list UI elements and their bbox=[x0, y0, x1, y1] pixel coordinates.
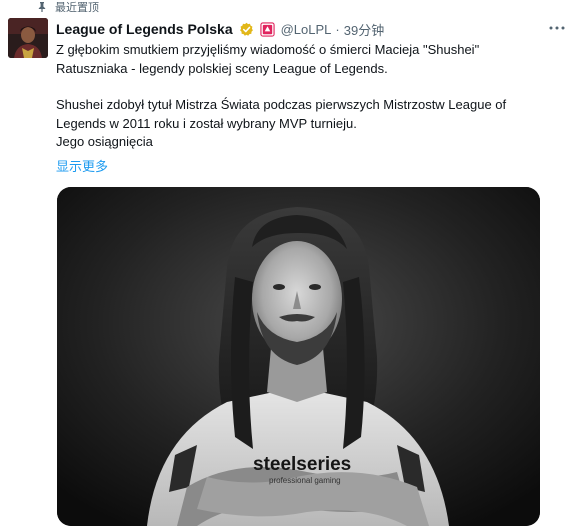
pin-icon bbox=[38, 2, 46, 12]
portrait-photo: steelseries professional gaming bbox=[57, 187, 540, 526]
tweet-text-line: Ratuszniaka - legendy polskiej sceny Lea… bbox=[56, 60, 388, 76]
pinned-label: 最近置顶 bbox=[55, 1, 99, 14]
tweet-timestamp[interactable]: 39分钟 bbox=[344, 20, 384, 39]
tweet-header: League of Legends Polska @LoLPL · 39分钟 bbox=[56, 19, 384, 39]
pinned-indicator: 最近置顶 bbox=[36, 0, 99, 14]
affiliate-badge-icon[interactable] bbox=[259, 21, 275, 37]
avatar[interactable] bbox=[8, 18, 48, 58]
tweet-page: 最近置顶 League of Legends Polska @LoLPL · 3… bbox=[0, 0, 584, 526]
shirt-sub-text: professional gaming bbox=[269, 476, 341, 485]
show-more-link[interactable]: 显示更多 bbox=[56, 156, 108, 175]
tweet-text-line: Legends w 2011 roku i został wybrany MVP… bbox=[56, 115, 357, 131]
author-handle[interactable]: @LoLPL bbox=[281, 22, 332, 37]
verified-gold-badge-icon[interactable] bbox=[239, 22, 254, 37]
tweet-text-line: Jego osiągnięcia bbox=[56, 134, 153, 149]
avatar-image bbox=[8, 18, 48, 58]
more-options-icon[interactable] bbox=[548, 22, 566, 34]
tweet-text-line: Z głębokim smutkiem przyjęliśmy wiadomoś… bbox=[56, 42, 480, 57]
tweet-text-line: Shushei zdobył tytuł Mistrza Świata podc… bbox=[56, 97, 507, 112]
shirt-logo-text: steelseries bbox=[253, 454, 351, 475]
separator-dot: · bbox=[335, 21, 340, 37]
tweet-media-photo[interactable]: steelseries professional gaming bbox=[57, 187, 540, 526]
tweet-text: Z głębokim smutkiem przyjęliśmy wiadomoś… bbox=[56, 41, 556, 152]
author-display-name[interactable]: League of Legends Polska bbox=[56, 21, 233, 37]
